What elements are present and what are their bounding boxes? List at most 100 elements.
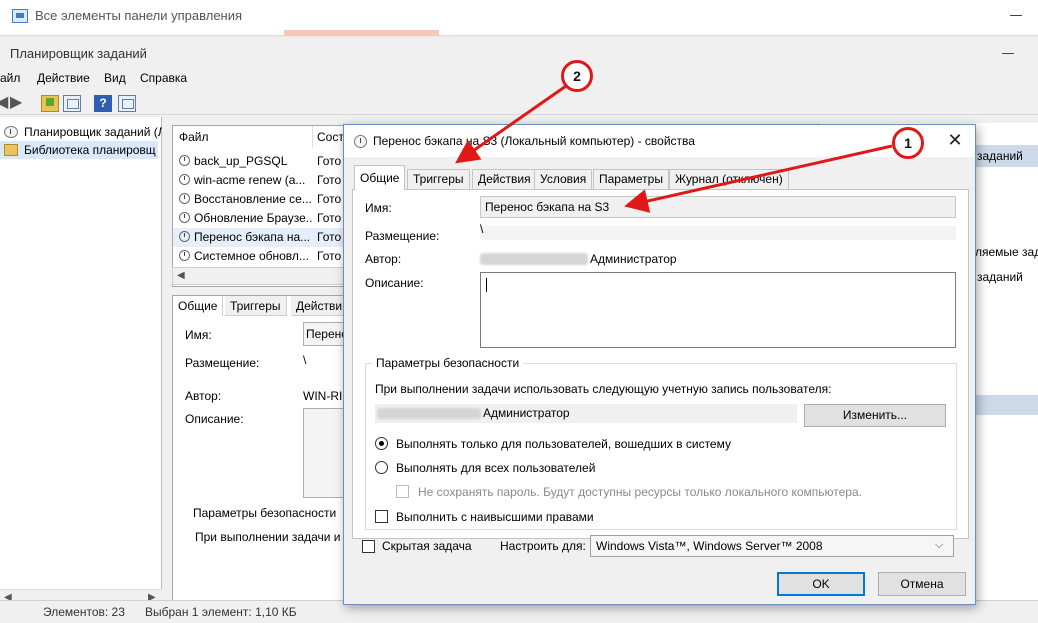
checkbox-highest-privileges[interactable] [375, 510, 388, 523]
detail-author-label: Автор: [185, 389, 222, 403]
detail-tab-triggers[interactable]: Триггеры [225, 296, 287, 316]
menu-view[interactable]: Вид [104, 71, 126, 85]
checkbox-hidden-task[interactable] [362, 540, 375, 553]
minimize-icon[interactable] [1002, 45, 1016, 59]
menu-help[interactable]: Справка [140, 71, 187, 85]
task-properties-dialog: Перенос бэкапа на S3 (Локальный компьюте… [343, 124, 976, 605]
configure-for-label: Настроить для: [500, 539, 586, 553]
tab-history[interactable]: Журнал (отключен) [669, 169, 789, 189]
actions-header-label: заданий [977, 149, 1023, 163]
table-row[interactable]: Системное обновл... Гото [173, 247, 346, 266]
account-value: Администратор [483, 406, 570, 420]
radio-all-users-label[interactable]: Выполнять для всех пользователей [396, 461, 595, 475]
navigation-tree: Планировщик заданий (Лока Библиотека пла… [0, 117, 162, 607]
detail-name-label: Имя: [185, 328, 212, 342]
dialog-titlebar: Перенос бэкапа на S3 (Локальный компьюте… [344, 125, 975, 157]
task-clock-icon [179, 193, 190, 204]
action-item[interactable]: ляемые задания [975, 245, 1038, 259]
folder-up-icon[interactable] [41, 95, 59, 112]
highest-privileges-label[interactable]: Выполнить с наивысшими правами [396, 510, 594, 524]
table-row[interactable]: back_up_PGSQL Гото [173, 152, 346, 171]
task-name: Обновление Браузе... [194, 211, 313, 225]
action-pane-icon[interactable] [118, 95, 136, 112]
location-label: Размещение: [365, 229, 440, 243]
detail-tab-actions[interactable]: Действи [291, 296, 349, 316]
annotation-marker-2: 2 [561, 60, 593, 92]
author-label: Автор: [365, 252, 402, 266]
tab-general[interactable]: Общие [354, 165, 406, 190]
close-icon[interactable]: ✕ [943, 129, 967, 151]
location-value: \ [480, 222, 484, 236]
hidden-task-label[interactable]: Скрытая задача [382, 539, 472, 553]
task-clock-icon [179, 212, 190, 223]
tab-settings[interactable]: Параметры [593, 169, 669, 189]
column-header-name[interactable]: Файл [173, 126, 313, 148]
task-list-horizontal-scrollbar[interactable]: ◀ [172, 267, 347, 285]
configure-for-value: Windows Vista™, Windows Server™ 2008 [596, 539, 823, 553]
tree-item-label: Планировщик заданий (Лока [24, 125, 162, 139]
configure-for-select[interactable]: Windows Vista™, Windows Server™ 2008 ⌵ [590, 535, 954, 557]
control-panel-icon [12, 9, 28, 23]
clock-icon [4, 126, 18, 138]
detail-name-value: Перенс [306, 327, 348, 341]
task-clock-icon [179, 155, 190, 166]
table-row[interactable]: Восстановление се... Гото [173, 190, 346, 209]
account-field: Администратор [375, 404, 797, 423]
menu-action[interactable]: Действие [37, 71, 90, 85]
menu-file[interactable]: айл [0, 71, 20, 85]
security-options-group: Параметры безопасности При выполнении за… [365, 356, 957, 530]
task-name: Системное обновл... [194, 249, 309, 263]
table-row[interactable]: Обновление Браузе... Гото [173, 209, 346, 228]
highlight-strip [284, 30, 439, 36]
detail-tab-general[interactable]: Общие [173, 296, 224, 316]
cancel-button[interactable]: Отмена [878, 572, 966, 596]
tab-conditions[interactable]: Условия [534, 169, 593, 189]
task-name-field[interactable]: Перенос бэкапа на S3 [480, 196, 956, 218]
task-name: back_up_PGSQL [194, 154, 288, 168]
change-account-button[interactable]: Изменить... [804, 404, 946, 427]
ok-button[interactable]: OK [777, 572, 865, 596]
control-panel-window: Все элементы панели управления [0, 0, 1038, 36]
tree-item-label: Библиотека планировщ [24, 143, 156, 157]
security-group-title: Параметры безопасности [372, 356, 524, 370]
table-row-selected[interactable]: Перенос бэкапа на... Гото [173, 228, 346, 247]
help-icon[interactable]: ? [94, 95, 112, 112]
radio-all-users[interactable] [375, 461, 388, 474]
status-selected: Выбран 1 элемент: 1,10 КБ [145, 605, 297, 619]
detail-location-label: Размещение: [185, 356, 260, 370]
description-textarea[interactable] [480, 272, 956, 348]
annotation-marker-1: 1 [892, 127, 924, 159]
minimize-icon[interactable] [1010, 8, 1024, 22]
author-value: Администратор [590, 252, 677, 266]
scroll-left-icon[interactable]: ◀ [177, 270, 185, 281]
task-name-value: Перенос бэкапа на S3 [485, 200, 610, 214]
tab-actions[interactable]: Действия [472, 169, 537, 189]
redacted-hostname [480, 253, 588, 265]
action-item[interactable]: заданий [977, 270, 1023, 284]
account-prompt: При выполнении задачи использовать следу… [375, 382, 832, 396]
name-label: Имя: [365, 201, 392, 215]
toolbar: ◀ ▶ ? [0, 91, 1038, 115]
forward-arrow-icon[interactable]: ▶ [10, 95, 28, 112]
task-clock-icon [179, 231, 190, 242]
radio-logged-on-only[interactable] [375, 437, 388, 450]
table-row[interactable]: win-acme renew (a... Гото [173, 171, 346, 190]
task-list: Файл Сост back_up_PGSQL Гото win-acme ren… [172, 125, 347, 287]
radio-logged-on-only-label[interactable]: Выполнять только для пользователей, воше… [396, 437, 731, 451]
checkbox-no-store-password[interactable] [396, 485, 409, 498]
detail-description-label: Описание: [185, 412, 244, 426]
column-header-status[interactable]: Сост [311, 126, 346, 148]
text-caret [486, 278, 487, 292]
detail-author-value: WIN-RI [303, 389, 343, 403]
show-hide-tree-icon[interactable] [63, 95, 81, 112]
tree-item-scheduler-root[interactable]: Планировщик заданий (Лока [4, 123, 162, 141]
clock-icon [354, 135, 367, 148]
menu-bar: айл Действие Вид Справка [0, 69, 1038, 89]
tree-item-library[interactable]: Библиотека планировщ [0, 141, 158, 159]
window-title: Планировщик заданий [10, 46, 147, 61]
chevron-down-icon: ⌵ [935, 539, 944, 551]
status-count: Элементов: 23 [43, 605, 125, 619]
task-name: Восстановление се... [194, 192, 312, 206]
no-store-password-label: Не сохранять пароль. Будут доступны ресу… [418, 485, 862, 499]
tab-triggers[interactable]: Триггеры [407, 169, 470, 189]
